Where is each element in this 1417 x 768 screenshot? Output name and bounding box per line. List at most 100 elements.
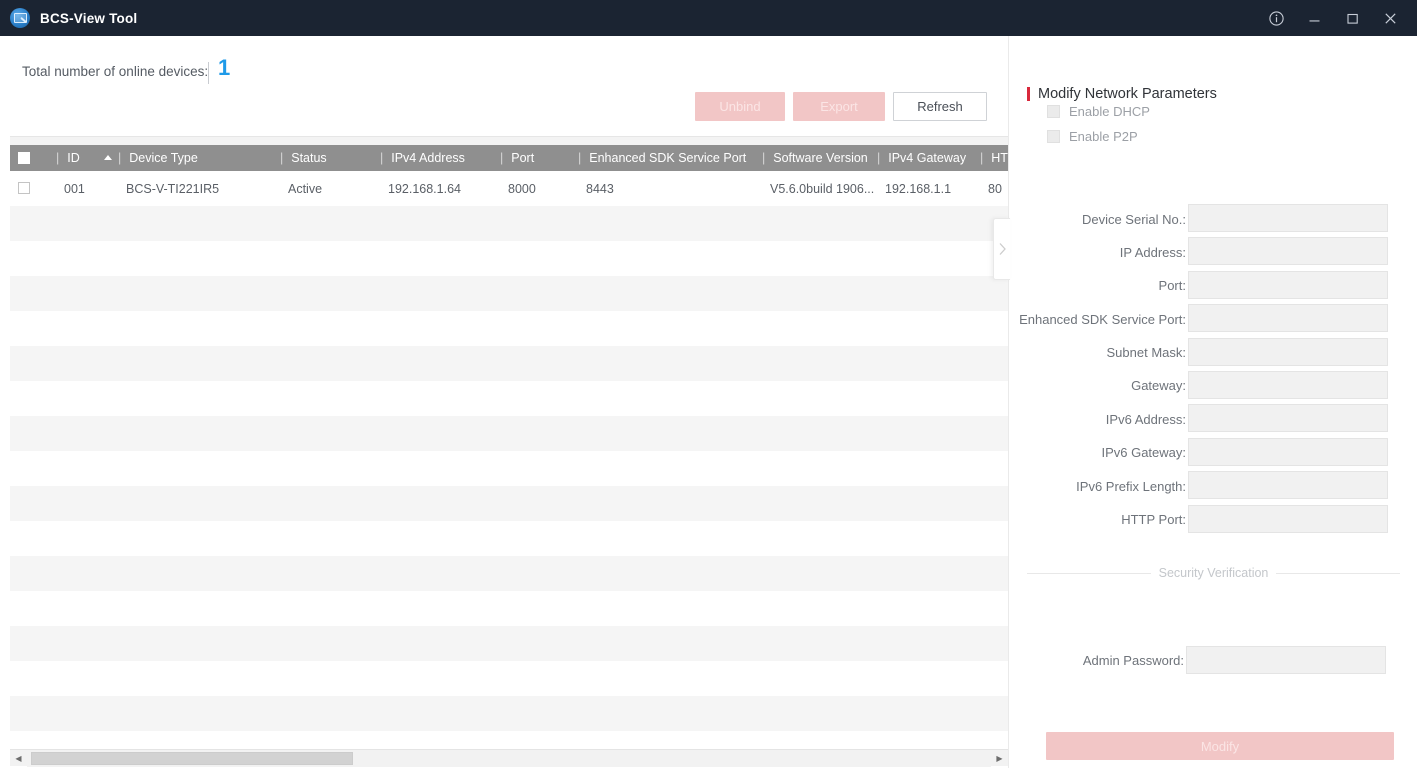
modify-network-parameters-panel: Modify Network Parameters Enable DHCP Ena… [993, 36, 1417, 768]
panel-accent-bar [1027, 87, 1030, 101]
checkbox-enable-dhcp[interactable]: Enable DHCP [1047, 104, 1150, 119]
column-header-ipv4_address[interactable]: | IPv4 Address [380, 145, 465, 171]
input-port[interactable] [1188, 270, 1388, 299]
table-row-empty[interactable] [10, 241, 1008, 276]
table-row-empty[interactable] [10, 521, 1008, 556]
scrollbar-thumb[interactable] [31, 751, 353, 765]
unbind-button[interactable]: Unbind [695, 92, 785, 121]
header-divider: | [280, 151, 284, 165]
field-row-gateway: Gateway: [1009, 370, 1417, 404]
input-ip-address[interactable] [1188, 237, 1388, 266]
cell-port: 8000 [508, 181, 536, 196]
field-row-ipv6-prefix-length: IPv6 Prefix Length: [1009, 471, 1417, 504]
info-icon[interactable] [1257, 0, 1295, 36]
input-enhanced-sdk-service-port[interactable] [1188, 304, 1388, 333]
table-row-empty[interactable] [10, 346, 1008, 381]
device-table: | ID | Device Type | Status | IPv4 Address | Port… [0, 136, 1008, 768]
column-header-label: ID [67, 151, 80, 165]
security-verification-divider: Security Verification [1027, 565, 1400, 581]
horizontal-scrollbar[interactable]: ◀ ▶ [10, 749, 1008, 767]
header-divider: | [500, 151, 504, 165]
label-http-port: HTTP Port: [1121, 512, 1186, 528]
input-gateway[interactable] [1188, 370, 1388, 399]
network-parameter-form: Device Serial No.: IP Address: Port: Enhanc… [1009, 204, 1417, 538]
cell-device_type: BCS-V-TI221IR5 [126, 181, 220, 196]
table-row-empty[interactable] [10, 696, 1008, 731]
column-header-label: Software Version [773, 151, 868, 165]
table-row-empty[interactable] [10, 311, 1008, 346]
field-row-subnet-mask: Subnet Mask: [1009, 337, 1417, 371]
column-header-device_type[interactable]: | Device Type [118, 145, 198, 171]
panel-title: Modify Network Parameters [1027, 86, 1217, 102]
column-header-label: IPv4 Gateway [888, 151, 967, 165]
table-row-empty[interactable] [10, 381, 1008, 416]
table-row-empty[interactable] [10, 661, 1008, 696]
column-header-port[interactable]: | Port [500, 145, 534, 171]
input-ipv6-gateway[interactable] [1188, 437, 1388, 466]
scroll-left-arrow[interactable]: ◀ [10, 750, 27, 767]
table-row[interactable]: 001 BCS-V-TI221IR5 Active 192.168.1.64 8000 8… [10, 171, 1008, 206]
chevron-right-icon [999, 243, 1006, 255]
input-ipv6-address[interactable] [1188, 404, 1388, 433]
table-row-empty[interactable] [10, 591, 1008, 626]
row-select-checkbox[interactable] [18, 182, 30, 194]
column-header-label: Enhanced SDK Service Port [589, 151, 747, 165]
table-row-empty[interactable] [10, 451, 1008, 486]
cell-software_version: V5.6.0build 1906... [770, 181, 875, 196]
modify-button[interactable]: Modify [1046, 732, 1394, 760]
checkbox-label: Enable P2P [1069, 129, 1138, 144]
table-body: 001 BCS-V-TI221IR5 Active 192.168.1.64 8000 8… [10, 171, 1008, 768]
input-http-port[interactable] [1188, 504, 1388, 533]
app-logo-icon [10, 8, 30, 28]
panel-collapse-handle[interactable] [993, 218, 1010, 280]
scroll-right-arrow[interactable]: ▶ [991, 750, 1008, 767]
column-header-enhanced_sdk_port[interactable]: | Enhanced SDK Service Port [578, 145, 746, 171]
label-ipv6-prefix-length: IPv6 Prefix Length: [1076, 478, 1186, 494]
header-divider: | [578, 151, 582, 165]
cell-status: Active [288, 181, 323, 196]
select-all-checkbox[interactable] [18, 152, 30, 164]
column-header-id[interactable]: | ID [56, 145, 80, 171]
table-top-strip [10, 136, 1008, 145]
label-subnet-mask: Subnet Mask: [1106, 345, 1187, 361]
input-ipv6-prefix-length[interactable] [1188, 471, 1388, 500]
input-subnet-mask[interactable] [1188, 337, 1388, 366]
column-header-software_version[interactable]: | Software Version [762, 145, 868, 171]
table-row-empty[interactable] [10, 626, 1008, 661]
header-divider: | [980, 151, 984, 165]
admin-password-input[interactable] [1186, 646, 1386, 674]
scrollbar-track[interactable] [27, 749, 991, 767]
table-row-empty[interactable] [10, 276, 1008, 311]
field-row-http-port: HTTP Port: [1009, 504, 1417, 538]
device-list-pane: Total number of online devices: 1 Unbind… [0, 36, 1008, 768]
column-header-status[interactable]: | Status [280, 145, 327, 171]
divider-line-right [1276, 572, 1400, 574]
cell-ipv4_address: 192.168.1.64 [388, 181, 461, 196]
label-gateway: Gateway: [1131, 378, 1186, 394]
table-row-empty[interactable] [10, 206, 1008, 241]
field-row-device-serial-no: Device Serial No.: [1009, 204, 1417, 237]
table-row-empty[interactable] [10, 556, 1008, 591]
column-header-label: IPv4 Address [391, 151, 465, 165]
title-bar: BCS-View Tool [0, 0, 1417, 36]
sort-ascending-icon[interactable] [104, 155, 112, 160]
field-row-port: Port: [1009, 270, 1417, 304]
header-divider: | [56, 151, 60, 165]
export-button[interactable]: Export [793, 92, 885, 121]
checkbox-box[interactable] [1047, 130, 1060, 143]
checkbox-enable-p2p[interactable]: Enable P2P [1047, 129, 1138, 144]
refresh-button[interactable]: Refresh [893, 92, 987, 121]
cell-enhanced_sdk_port: 8443 [586, 181, 614, 196]
checkbox-label: Enable DHCP [1069, 104, 1150, 119]
column-header-label: Device Type [129, 151, 198, 165]
close-icon[interactable] [1371, 0, 1409, 36]
minimize-icon[interactable] [1295, 0, 1333, 36]
label-ip-address: IP Address: [1119, 244, 1186, 260]
maximize-icon[interactable] [1333, 0, 1371, 36]
table-row-empty[interactable] [10, 416, 1008, 451]
table-row-empty[interactable] [10, 486, 1008, 521]
checkbox-box[interactable] [1047, 105, 1060, 118]
column-header-ipv4_gateway[interactable]: | IPv4 Gateway [877, 145, 966, 171]
column-header-http_port[interactable]: | HTTP Port [980, 145, 1008, 171]
input-device-serial-no[interactable] [1188, 204, 1388, 232]
